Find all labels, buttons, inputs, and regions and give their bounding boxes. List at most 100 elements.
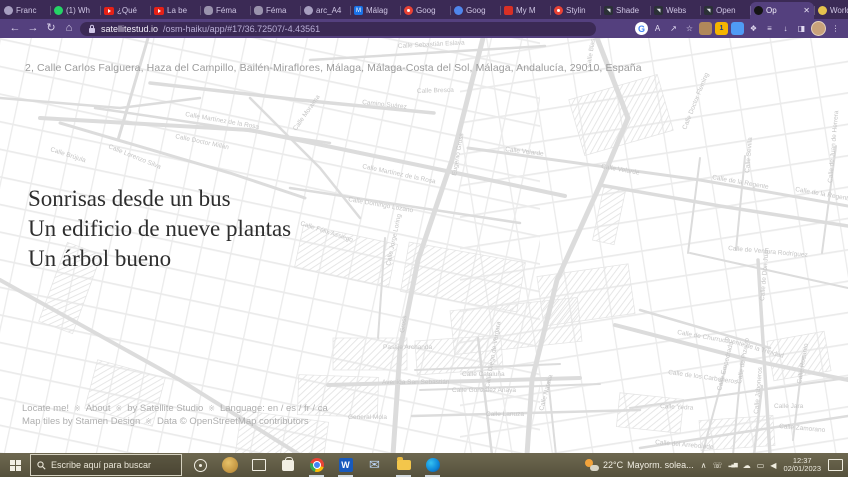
browser-tab[interactable]: Féma <box>200 2 250 19</box>
mail-icon: ✉ <box>369 457 380 473</box>
download-icon[interactable]: ↓ <box>779 22 792 35</box>
reload-icon[interactable]: ↻ <box>42 19 60 38</box>
extensions-puzzle-icon[interactable]: ❖ <box>747 22 760 35</box>
home-icon[interactable]: ⌂ <box>60 19 78 38</box>
street-label: Calle Lanuza <box>486 411 524 418</box>
taskbar-clock[interactable]: 12:37 02/01/2023 <box>783 457 821 474</box>
tab-label: Stylin <box>566 6 596 15</box>
forward-icon[interactable]: → <box>24 19 42 38</box>
tab-label: Franc <box>16 6 46 15</box>
footer-link[interactable]: by Satellite Studio <box>127 403 203 414</box>
street-label: Avenida San Sebastián <box>382 379 450 386</box>
browser-tab[interactable]: Goog <box>400 2 450 19</box>
back-icon[interactable]: ← <box>6 19 24 38</box>
browser-tab[interactable]: Goog <box>450 2 500 19</box>
browser-tab[interactable]: Franc <box>0 2 50 19</box>
footer-link[interactable]: Data © OpenStreetMap contributors <box>157 416 309 427</box>
start-button[interactable] <box>0 453 30 477</box>
gpin-favicon-icon <box>404 6 413 15</box>
browser-tab[interactable]: Féma <box>250 2 300 19</box>
taskbar-app-edge[interactable] <box>424 453 441 477</box>
tray-hidden-icons-chevron-icon[interactable]: ∧ <box>701 461 707 470</box>
tab-label: La be <box>167 6 196 15</box>
browser-tab-active[interactable]: Op✕ <box>750 2 814 19</box>
browser-tab[interactable]: ¿Qué <box>100 2 150 19</box>
osm-haiku-page: Calle Sebastián EslavaCalle BrescaCamino… <box>0 38 848 453</box>
mymaps-favicon-icon <box>504 6 513 15</box>
weather-widget[interactable]: 22°C Mayorm. solea... <box>585 459 694 471</box>
tampermonkey-icon[interactable] <box>699 22 712 35</box>
google-icon[interactable]: G <box>635 22 648 35</box>
tray-icons: ∧ ☏ ▂▄▆ ☁ ▭ ◀ <box>701 461 777 470</box>
ext-badge-icon[interactable]: 1 <box>715 22 728 35</box>
taskbar-app-people[interactable] <box>221 453 238 477</box>
url-bar[interactable]: satellitestud.io/osm-haiku/app/#17/36.72… <box>80 22 596 36</box>
weather-sun-cloud-icon <box>585 459 599 471</box>
footer-link[interactable]: About <box>86 403 111 414</box>
reading-list-icon[interactable]: ≡ <box>763 22 776 35</box>
tab-label: ¿Qué <box>117 6 146 15</box>
paw-favicon-icon <box>204 6 213 15</box>
taskview-icon <box>252 459 266 471</box>
globe-favicon-icon <box>4 6 13 15</box>
taskbar-app-explorer[interactable] <box>395 453 412 477</box>
tray-network-signal-icon[interactable]: ▂▄▆ <box>729 462 737 468</box>
search-icon <box>37 461 46 470</box>
browser-tab[interactable]: Shade <box>600 2 650 19</box>
street-label: Calle Bresca <box>417 87 454 95</box>
share-icon[interactable]: ↗ <box>667 22 680 35</box>
search-placeholder: Escribe aquí para buscar <box>51 460 151 470</box>
taskbar-app-atom[interactable] <box>192 453 209 477</box>
browser-tab[interactable]: Open <box>700 2 750 19</box>
taskbar-apps: W✉ <box>192 453 441 477</box>
action-center-icon[interactable] <box>828 459 843 471</box>
msquare-favicon-icon <box>354 6 363 15</box>
tab-close-icon[interactable]: ✕ <box>803 6 810 15</box>
footer-link[interactable]: Locate me! <box>22 403 69 414</box>
browser-tab[interactable]: My M <box>500 2 550 19</box>
browser-toolbar: ←→↻⌂ satellitestud.io/osm-haiku/app/#17/… <box>0 19 848 38</box>
taskbar-app-store[interactable] <box>279 453 296 477</box>
tab-label: My M <box>516 6 546 15</box>
taskbar-app-word[interactable]: W <box>337 453 354 477</box>
footer-separator: ※ <box>145 417 152 426</box>
taskbar-app-chrome[interactable] <box>308 453 325 477</box>
tab-label: arc_A4 <box>316 6 346 15</box>
footer-line-2: Map tiles by Stamen Design ※ Data © OpenSt… <box>22 416 333 429</box>
translate-icon[interactable]: A <box>651 22 664 35</box>
browser-tab[interactable]: arc_A4 <box>300 2 350 19</box>
tray-volume-icon[interactable]: ◀ <box>770 461 776 470</box>
blue-ext-icon[interactable] <box>731 22 744 35</box>
lock-icon <box>88 24 96 34</box>
tray-battery-icon[interactable]: ▭ <box>757 461 765 470</box>
profile-icon[interactable] <box>811 21 826 36</box>
browser-tab[interactable]: Stylin <box>550 2 600 19</box>
tray-phone-icon[interactable]: ☏ <box>712 461 722 470</box>
youtube-favicon-icon <box>154 7 164 15</box>
nav-icons: ←→↻⌂ <box>6 19 78 38</box>
taskbar-app-taskview[interactable] <box>250 453 267 477</box>
url-path: /osm-haiku/app/#17/36.72507/-4.43561 <box>163 24 320 34</box>
chrome-icon <box>310 458 324 472</box>
footer-link[interactable]: Map tiles by Stamen Design <box>22 416 140 427</box>
people-icon <box>222 457 238 473</box>
taskbar-search-input[interactable]: Escribe aquí para buscar <box>30 454 182 476</box>
tray-onedrive-cloud-icon[interactable]: ☁ <box>743 461 751 470</box>
haiku-line-2: Un edificio de nueve plantas <box>28 214 291 244</box>
taskbar-app-mail[interactable]: ✉ <box>366 453 383 477</box>
browser-tab[interactable]: World <box>814 2 848 19</box>
browser-tab[interactable]: Webs <box>650 2 700 19</box>
browser-tab[interactable]: Málag <box>350 2 400 19</box>
footer-separator: ※ <box>208 404 215 413</box>
browser-tab-strip: Franc(1) Wh¿QuéLa beFémaFémaarc_A4MálagG… <box>0 0 848 19</box>
footer-separator: ※ <box>74 404 81 413</box>
browser-tab[interactable]: (1) Wh <box>50 2 100 19</box>
haiku-poem: Sonrisas desde un bus Un edificio de nue… <box>28 184 291 274</box>
bookmark-star-icon[interactable]: ☆ <box>683 22 696 35</box>
footer-link[interactable]: Language: en / es / fr / ca <box>220 403 328 414</box>
browser-tab[interactable]: La be <box>150 2 200 19</box>
side-panel-icon[interactable]: ◨ <box>795 22 808 35</box>
menu-kebab-icon[interactable]: ⋮ <box>829 22 842 35</box>
street-label: Pasaje Archanda <box>383 344 433 351</box>
bluedot-favicon-icon <box>454 6 463 15</box>
